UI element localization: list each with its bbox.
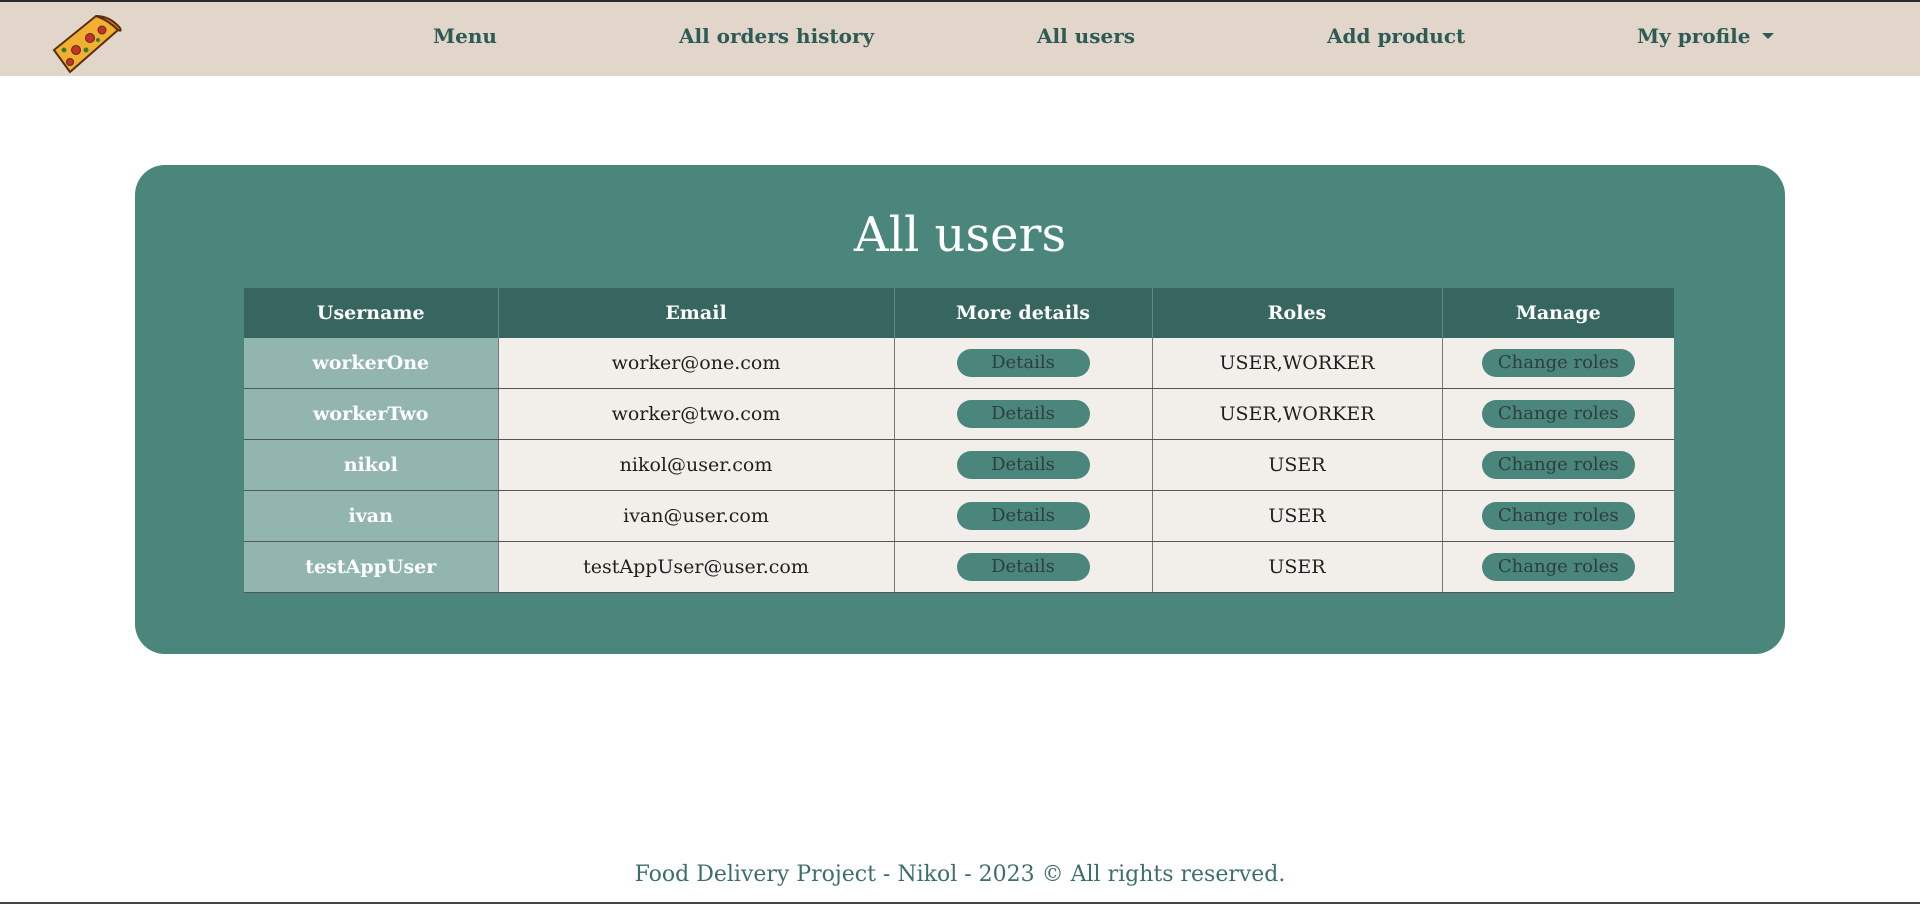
roles-cell: USER [1152, 490, 1443, 542]
users-table: Username Email More details Roles Manage… [244, 288, 1674, 593]
table-row: nikol nikol@user.com Details USER Change… [244, 439, 1674, 491]
change-roles-button[interactable]: Change roles [1481, 349, 1635, 377]
roles-cell: USER,WORKER [1152, 388, 1443, 440]
details-button[interactable]: Details [956, 553, 1090, 581]
change-roles-button[interactable]: Change roles [1481, 502, 1635, 530]
table-row: testAppUser testAppUser@user.com Details… [244, 541, 1674, 593]
details-cell: Details [894, 388, 1153, 440]
nav-orders-history-link[interactable]: All orders history [679, 24, 874, 48]
nav-add-product-link[interactable]: Add product [1327, 24, 1465, 48]
email-cell: ivan@user.com [498, 490, 895, 542]
table-header-row: Username Email More details Roles Manage [244, 288, 1674, 338]
roles-cell: USER,WORKER [1152, 338, 1443, 389]
page-title: All users [853, 207, 1067, 263]
pizza-slice-icon[interactable] [48, 10, 124, 74]
nav-all-users-link[interactable]: All users [1037, 24, 1135, 48]
users-panel: All users Username Email More details Ro… [135, 165, 1785, 654]
manage-cell: Change roles [1442, 541, 1674, 593]
details-button[interactable]: Details [956, 400, 1090, 428]
email-cell: nikol@user.com [498, 439, 895, 491]
change-roles-button[interactable]: Change roles [1481, 451, 1635, 479]
table-row: workerOne worker@one.com Details USER,WO… [244, 338, 1674, 389]
change-roles-button[interactable]: Change roles [1481, 400, 1635, 428]
column-header-roles: Roles [1152, 288, 1443, 338]
column-header-email: Email [498, 288, 895, 338]
roles-cell: USER [1152, 439, 1443, 491]
username-cell: workerTwo [244, 388, 499, 440]
roles-cell: USER [1152, 541, 1443, 593]
manage-cell: Change roles [1442, 439, 1674, 491]
details-cell: Details [894, 490, 1153, 542]
details-cell: Details [894, 338, 1153, 389]
footer-copyright: Food Delivery Project - Nikol - 2023 © A… [634, 862, 1286, 887]
email-cell: testAppUser@user.com [498, 541, 895, 593]
nav-my-profile-dropdown[interactable]: My profile [1637, 24, 1775, 48]
username-cell: workerOne [244, 338, 499, 389]
change-roles-button[interactable]: Change roles [1481, 553, 1635, 581]
manage-cell: Change roles [1442, 388, 1674, 440]
column-header-more-details: More details [894, 288, 1153, 338]
column-header-username: Username [244, 288, 499, 338]
manage-cell: Change roles [1442, 338, 1674, 389]
manage-cell: Change roles [1442, 490, 1674, 542]
username-cell: nikol [244, 439, 499, 491]
caret-down-icon [1762, 32, 1775, 39]
table-row: workerTwo worker@two.com Details USER,WO… [244, 388, 1674, 440]
email-cell: worker@one.com [498, 338, 895, 389]
details-button[interactable]: Details [956, 451, 1090, 479]
my-profile-label: My profile [1637, 24, 1751, 48]
email-cell: worker@two.com [498, 388, 895, 440]
table-row: ivan ivan@user.com Details USER Change r… [244, 490, 1674, 542]
details-button[interactable]: Details [956, 349, 1090, 377]
username-cell: testAppUser [244, 541, 499, 593]
column-header-manage: Manage [1442, 288, 1674, 338]
details-cell: Details [894, 541, 1153, 593]
details-button[interactable]: Details [956, 502, 1090, 530]
navbar: Menu All orders history All users Add pr… [0, 0, 1920, 76]
details-cell: Details [894, 439, 1153, 491]
username-cell: ivan [244, 490, 499, 542]
nav-menu-link[interactable]: Menu [433, 24, 497, 48]
